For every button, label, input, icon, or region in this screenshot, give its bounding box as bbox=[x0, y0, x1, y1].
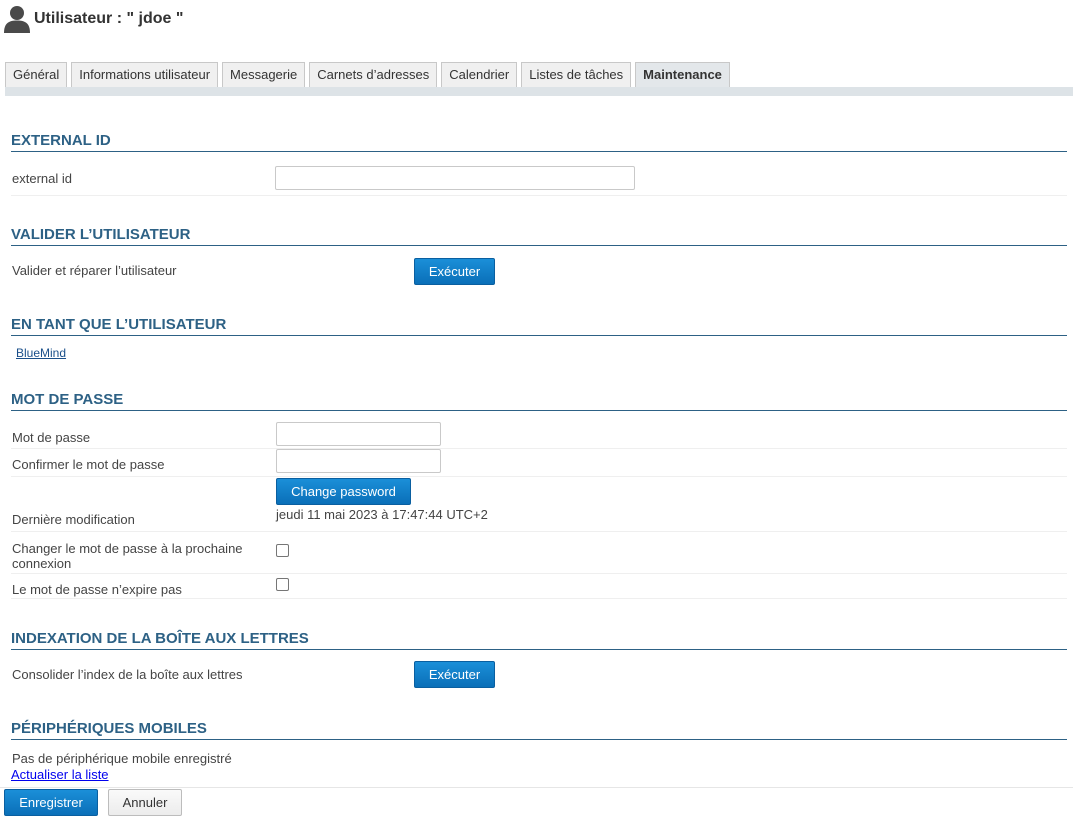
tab-maintenance[interactable]: Maintenance bbox=[635, 62, 730, 87]
tab-messaging[interactable]: Messagerie bbox=[222, 62, 306, 87]
change-next-login-label: Changer le mot de passe à la prochaine c… bbox=[12, 541, 243, 571]
save-button[interactable]: Enregistrer bbox=[4, 789, 98, 816]
password-section: MOT DE PASSE Mot de passe Confirmer le m… bbox=[11, 391, 1067, 599]
change-next-login-label-line1: Changer le mot de passe à la prochaine bbox=[12, 541, 243, 556]
mailbox-index-row: Consolider l’index de la boîte aux lettr… bbox=[11, 650, 1067, 690]
external-id-label: external id bbox=[12, 171, 72, 186]
validate-user-section: VALIDER L’UTILISATEUR Valider et réparer… bbox=[11, 226, 1067, 286]
confirm-password-input[interactable] bbox=[276, 449, 441, 473]
change-next-login-row: Changer le mot de passe à la prochaine c… bbox=[11, 532, 1067, 574]
password-label: Mot de passe bbox=[12, 430, 91, 445]
cancel-button[interactable]: Annuler bbox=[108, 789, 182, 816]
last-modified-row: Dernière modification jeudi 11 mai 2023 … bbox=[11, 505, 1067, 532]
mailbox-index-execute-button[interactable]: Exécuter bbox=[414, 661, 495, 688]
page-title: Utilisateur : " jdoe " bbox=[34, 10, 184, 27]
refresh-list-link[interactable]: Actualiser la liste bbox=[11, 767, 109, 782]
external-id-row: external id bbox=[11, 152, 1067, 196]
tab-bar-divider bbox=[5, 87, 1073, 96]
tab-user-information[interactable]: Informations utilisateur bbox=[71, 62, 219, 87]
never-expires-label: Le mot de passe n’expire pas bbox=[12, 582, 182, 597]
never-expires-checkbox[interactable] bbox=[276, 578, 289, 591]
mailbox-index-label: Consolider l’index de la boîte aux lettr… bbox=[12, 667, 243, 682]
last-modified-value: jeudi 11 mai 2023 à 17:47:44 UTC+2 bbox=[276, 507, 488, 522]
section-title-password: MOT DE PASSE bbox=[11, 391, 1067, 411]
tab-task-lists[interactable]: Listes de tâches bbox=[521, 62, 632, 87]
bluemind-login-link[interactable]: BlueMind bbox=[16, 346, 66, 360]
change-password-row: Change password bbox=[11, 477, 1067, 505]
confirm-password-row: Confirmer le mot de passe bbox=[11, 449, 1067, 477]
tab-bar: Général Informations utilisateur Message… bbox=[5, 62, 734, 87]
section-title-validate-user: VALIDER L’UTILISATEUR bbox=[11, 226, 1067, 246]
as-user-section: EN TANT QUE L’UTILISATEUR BlueMind bbox=[11, 316, 1067, 366]
section-title-mobile-devices: PÉRIPHÉRIQUES MOBILES bbox=[11, 720, 1067, 740]
confirm-password-label: Confirmer le mot de passe bbox=[12, 457, 165, 472]
validate-user-row: Valider et réparer l’utilisateur Exécute… bbox=[11, 246, 1067, 286]
change-next-login-checkbox[interactable] bbox=[276, 544, 289, 557]
validate-user-execute-button[interactable]: Exécuter bbox=[414, 258, 495, 285]
user-icon bbox=[4, 5, 30, 33]
tab-calendar[interactable]: Calendrier bbox=[441, 62, 518, 87]
password-row: Mot de passe bbox=[11, 411, 1067, 449]
never-expires-row: Le mot de passe n’expire pas bbox=[11, 574, 1067, 599]
section-title-as-user: EN TANT QUE L’UTILISATEUR bbox=[11, 316, 1067, 336]
change-next-login-label-line2: connexion bbox=[12, 556, 72, 571]
external-id-input[interactable] bbox=[275, 166, 635, 190]
last-modified-label: Dernière modification bbox=[12, 512, 135, 527]
no-mobile-device-text: Pas de périphérique mobile enregistré bbox=[12, 751, 232, 766]
tab-address-books[interactable]: Carnets d’adresses bbox=[309, 62, 438, 87]
change-password-button[interactable]: Change password bbox=[276, 478, 411, 505]
footer-divider bbox=[0, 787, 1073, 788]
section-title-mailbox-index: INDEXATION DE LA BOÎTE AUX LETTRES bbox=[11, 630, 1067, 650]
section-title-external-id: EXTERNAL ID bbox=[11, 132, 1067, 152]
mailbox-index-section: INDEXATION DE LA BOÎTE AUX LETTRES Conso… bbox=[11, 630, 1067, 690]
page-header: Utilisateur : " jdoe " bbox=[4, 4, 183, 34]
tab-general[interactable]: Général bbox=[5, 62, 68, 87]
validate-user-label: Valider et réparer l’utilisateur bbox=[12, 263, 177, 278]
password-input[interactable] bbox=[276, 422, 441, 446]
mobile-devices-section: PÉRIPHÉRIQUES MOBILES Pas de périphériqu… bbox=[11, 720, 1067, 784]
external-id-section: EXTERNAL ID external id bbox=[11, 132, 1067, 196]
